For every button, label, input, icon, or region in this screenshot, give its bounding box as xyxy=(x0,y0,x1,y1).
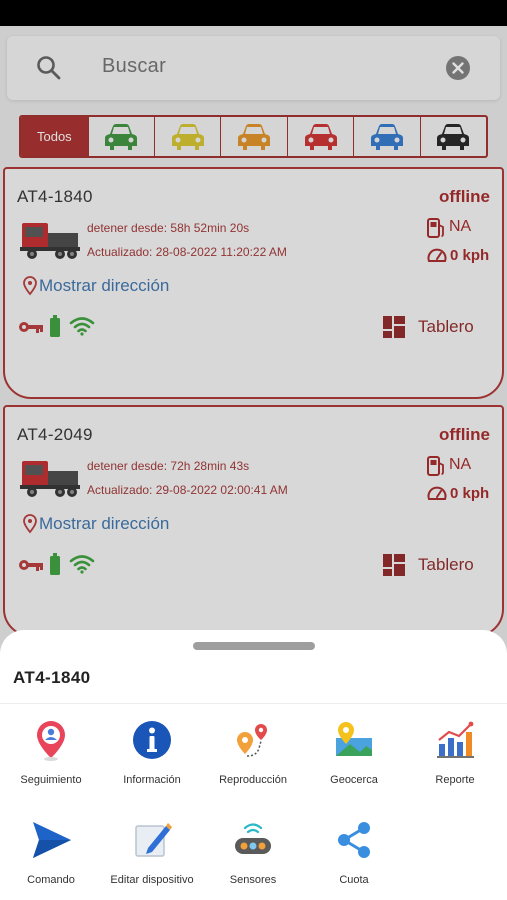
search-bar[interactable]: Buscar xyxy=(7,36,500,100)
status-bar xyxy=(0,0,507,26)
clear-circle-icon[interactable] xyxy=(445,55,471,81)
divider xyxy=(0,703,507,704)
action-info[interactable]: Información xyxy=(102,718,202,786)
fuel-icon xyxy=(427,456,444,476)
show-address-link[interactable]: Mostrar dirección xyxy=(39,514,169,534)
car-icon xyxy=(437,123,470,150)
car-icon xyxy=(238,123,271,150)
speed-value: 0 kph xyxy=(450,247,490,264)
dashboard-icon[interactable] xyxy=(383,554,405,576)
location-pin-icon xyxy=(23,276,37,296)
battery-icon xyxy=(50,315,60,337)
action-label: Geocerca xyxy=(330,774,378,786)
report-chart-icon xyxy=(437,721,474,758)
truck-icon xyxy=(20,223,80,259)
speedometer-icon xyxy=(427,248,447,262)
car-icon xyxy=(304,123,337,150)
search-input[interactable]: Buscar xyxy=(102,55,166,78)
fuel-icon xyxy=(427,218,444,238)
fuel-value: NA xyxy=(449,218,472,235)
search-icon[interactable] xyxy=(35,54,63,82)
filter-yellow-tab[interactable] xyxy=(155,117,222,156)
action-label: Comando xyxy=(27,874,75,886)
action-label: Sensores xyxy=(229,874,277,886)
action-label: Cuota xyxy=(339,874,369,886)
action-sensors[interactable]: Sensores xyxy=(203,818,303,886)
filter-green-tab[interactable] xyxy=(89,117,156,156)
updated-text: Actualizado: 29-08-2022 02:00:41 AM xyxy=(87,483,288,497)
sensors-icon xyxy=(235,823,271,854)
status-badge: offline xyxy=(439,187,490,206)
info-icon xyxy=(133,721,171,759)
action-share[interactable]: Cuota xyxy=(304,818,404,886)
car-icon xyxy=(171,123,204,150)
action-playback[interactable]: Reproducción xyxy=(203,718,303,786)
action-command[interactable]: Comando xyxy=(1,818,101,886)
speedometer-icon xyxy=(427,486,447,500)
action-label: Editar dispositivo xyxy=(110,874,194,886)
device-name: AT4-1840 xyxy=(17,187,93,206)
stopped-since-text: detener desde: 58h 52min 20s xyxy=(87,221,250,235)
location-pin-icon xyxy=(23,514,37,534)
signal-icon xyxy=(69,555,95,574)
action-label: Reproducción xyxy=(219,774,287,786)
show-address-link[interactable]: Mostrar dirección xyxy=(39,276,169,296)
car-icon xyxy=(370,123,403,150)
stopped-since-text: detener desde: 72h 28min 43s xyxy=(87,459,250,473)
vehicle-filter-bar: Todos xyxy=(19,115,488,158)
action-geofence[interactable]: Geocerca xyxy=(304,718,404,786)
sheet-title: AT4-1840 xyxy=(13,668,91,687)
send-command-icon xyxy=(33,822,71,858)
filter-black-tab[interactable] xyxy=(421,117,486,156)
ignition-key-icon xyxy=(19,560,43,571)
action-label: Reporte xyxy=(435,774,475,786)
device-actions-sheet: AT4-1840 Seguimiento Información Reprodu… xyxy=(0,630,507,900)
playback-route-icon xyxy=(237,724,267,757)
sheet-drag-handle[interactable] xyxy=(193,642,315,650)
action-label: Información xyxy=(123,774,181,786)
device-card[interactable]: AT4-2049 offline detener desde: 72h 28mi… xyxy=(3,405,504,637)
filter-all-tab[interactable]: Todos xyxy=(21,117,89,156)
geofence-map-icon xyxy=(336,722,372,756)
truck-icon xyxy=(20,461,80,497)
speed-value: 0 kph xyxy=(450,485,490,502)
updated-text: Actualizado: 28-08-2022 11:20:22 AM xyxy=(87,245,287,259)
device-card[interactable]: AT4-1840 offline detener desde: 58h 52mi… xyxy=(3,167,504,399)
share-icon xyxy=(338,822,370,858)
filter-red-tab[interactable] xyxy=(288,117,355,156)
filter-orange-tab[interactable] xyxy=(221,117,288,156)
edit-device-icon xyxy=(135,823,172,857)
device-name: AT4-2049 xyxy=(17,425,93,444)
action-label: Seguimiento xyxy=(20,774,82,786)
fuel-value: NA xyxy=(449,456,472,473)
action-report[interactable]: Reporte xyxy=(405,718,505,786)
filter-blue-tab[interactable] xyxy=(354,117,421,156)
status-badge: offline xyxy=(439,425,490,444)
battery-icon xyxy=(50,553,60,575)
car-icon xyxy=(105,123,138,150)
dashboard-button[interactable]: Tablero xyxy=(418,317,474,337)
action-tracking[interactable]: Seguimiento xyxy=(1,718,101,786)
tracking-pin-icon xyxy=(37,721,65,761)
dashboard-button[interactable]: Tablero xyxy=(418,555,474,575)
action-edit-device[interactable]: Editar dispositivo xyxy=(102,818,202,886)
signal-icon xyxy=(69,317,95,336)
dashboard-icon[interactable] xyxy=(383,316,405,338)
ignition-key-icon xyxy=(19,322,43,333)
